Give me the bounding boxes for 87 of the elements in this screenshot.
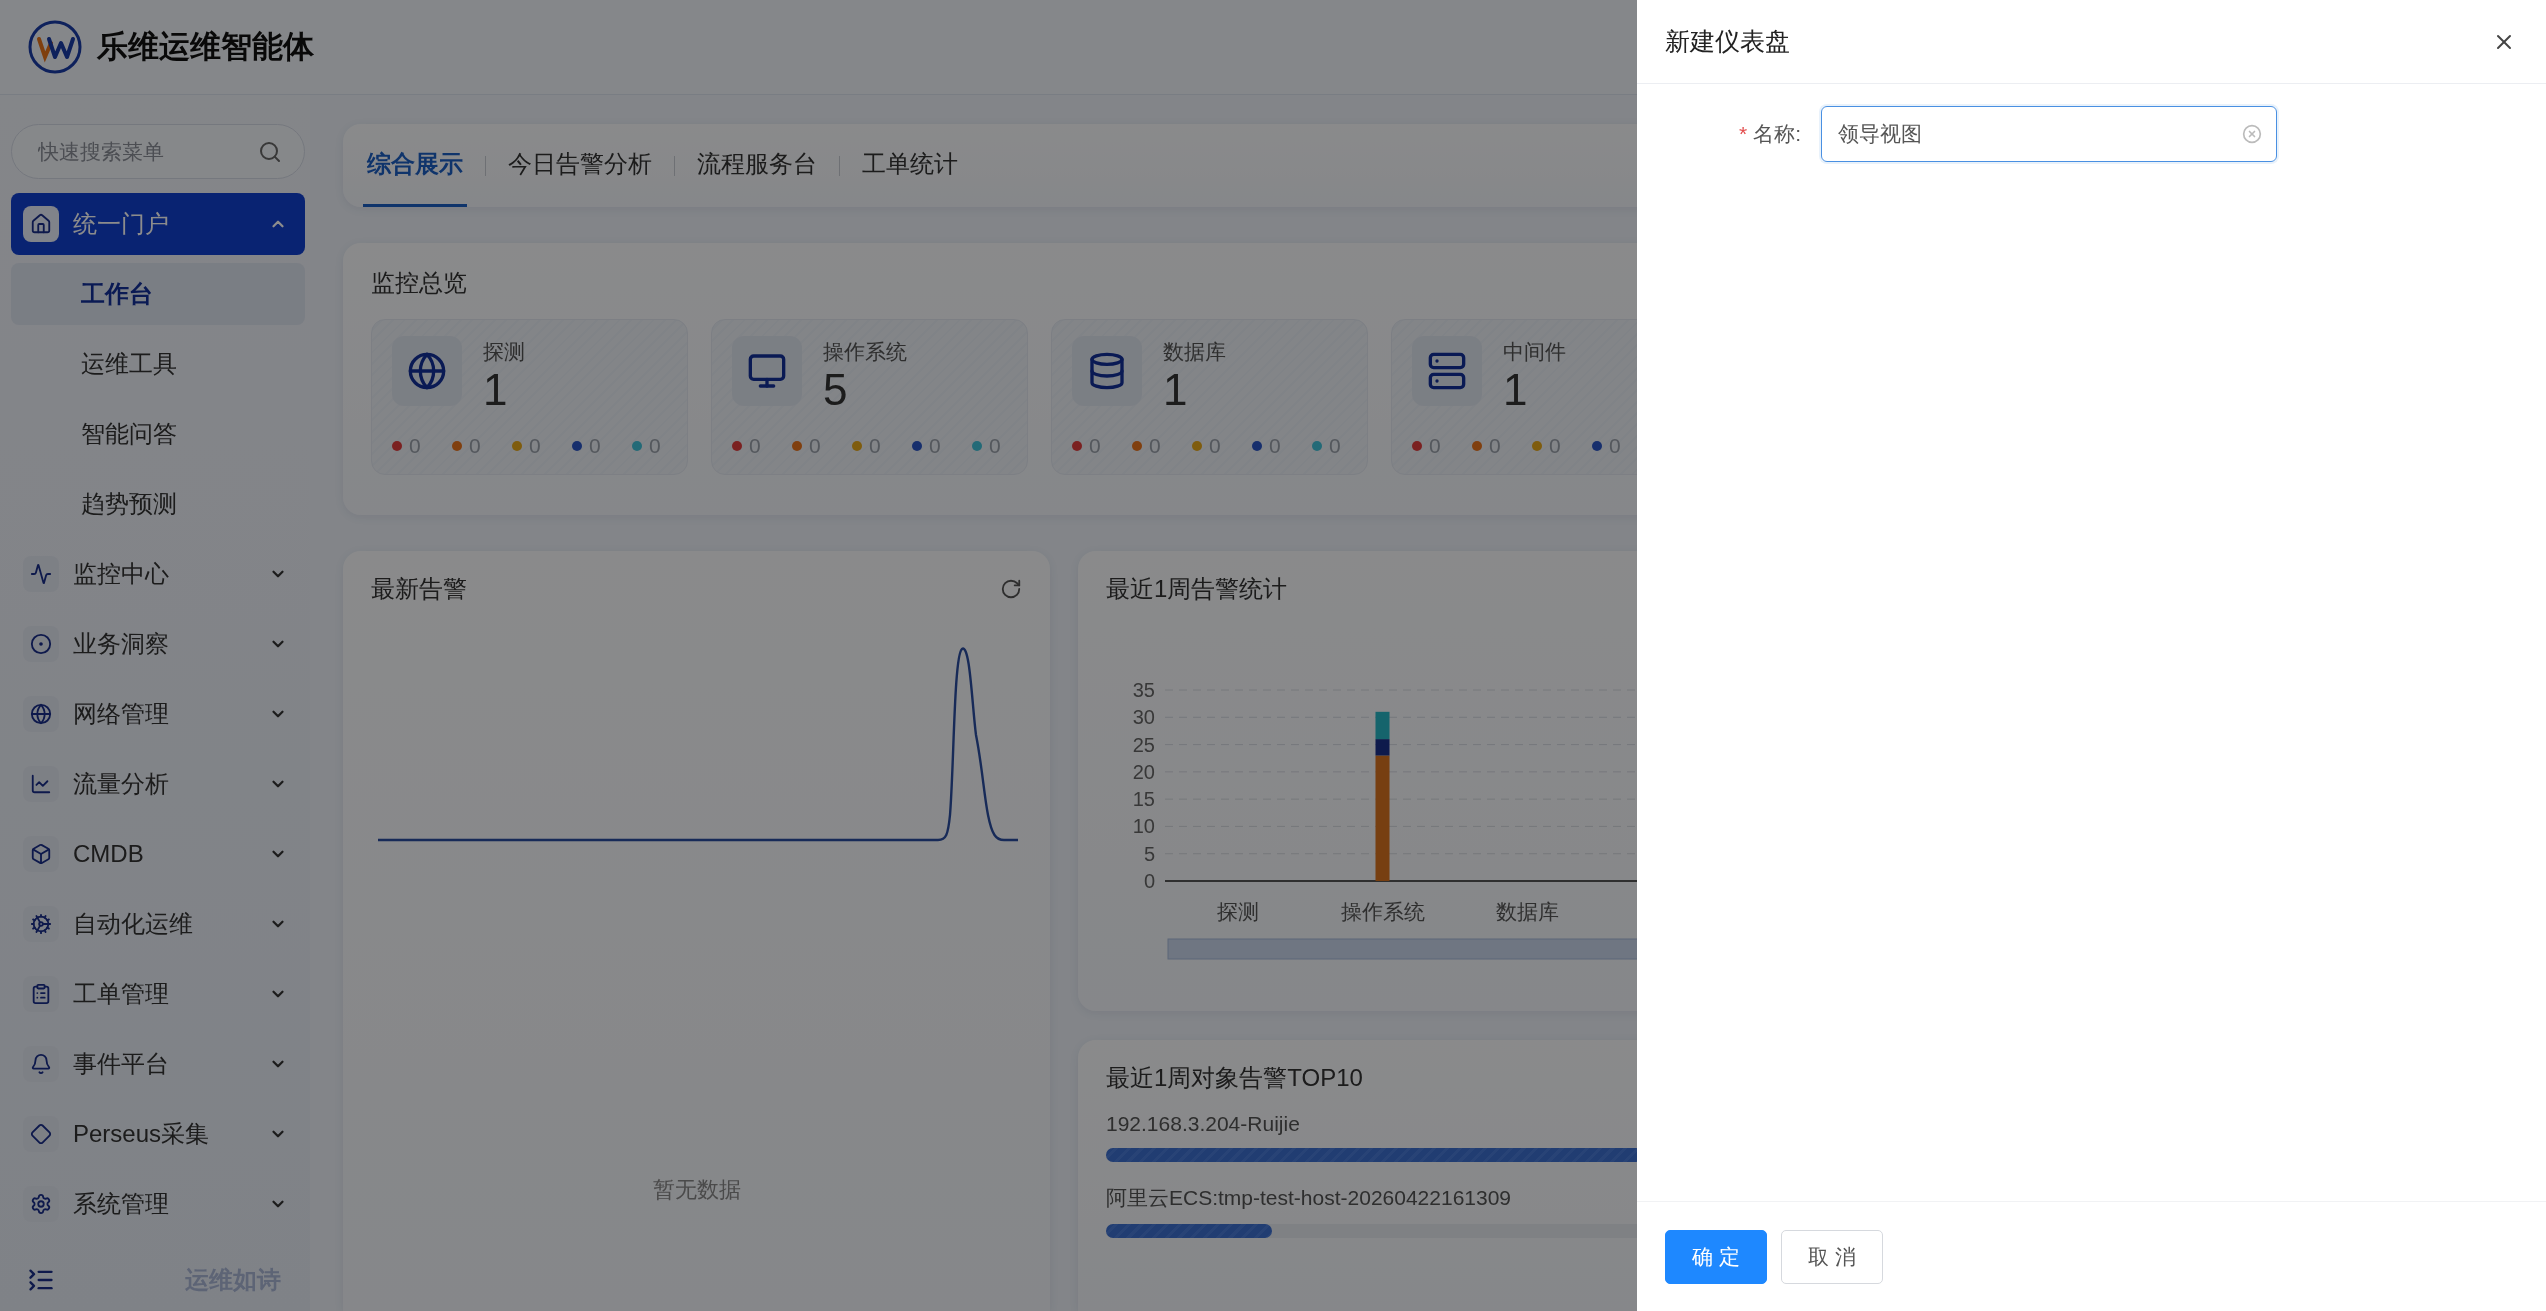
stat-count: 1 [1503,366,1529,415]
object-name: 阿里云ECS:tmp-test-host-20260422161309 [1106,1185,1513,1211]
tab[interactable]: 今日告警分析 [504,124,656,207]
menu-label: CMDB [73,840,145,868]
category-label: 探测 [1216,900,1259,923]
axis-tick-label: 35 [1132,679,1155,701]
settings-icon [30,1193,52,1215]
menu-label: 业务洞察 [73,629,170,659]
drawer-title: 新建仪表盘 [1665,26,1790,57]
refresh-icon[interactable] [1000,578,1022,600]
tab[interactable]: 工单统计 [858,124,962,207]
globe-icon [30,703,52,725]
submenu-item[interactable]: 智能问答 [11,403,305,465]
menu-label: 事件平台 [73,1049,170,1079]
search-field[interactable]: 快速搜索菜单 [11,124,305,179]
menu-item[interactable]: 流量分析 [11,753,305,815]
axis-tick-label: 20 [1132,760,1155,783]
globe-icon [407,351,447,391]
monitor-icon [747,351,787,391]
modal-mask[interactable] [0,0,1637,1311]
axis-tick-label: 30 [1132,706,1155,729]
tab[interactable]: 综合展示 [363,124,467,207]
menu-item[interactable]: Perseus采集 [11,1103,305,1165]
card-title: 最新告警 [371,574,467,604]
menu-label: 统一门户 [73,209,170,239]
stat-label: 中间件 [1503,339,1566,365]
axis-tick-label: 25 [1132,733,1155,756]
menu-label: 工单管理 [73,979,170,1009]
stat-label: 探测 [483,339,525,365]
stat-count: 5 [823,366,849,415]
cube-icon [30,843,52,865]
name-input-field[interactable]: 领导视图 [1821,106,2277,162]
menu-label: 网络管理 [73,699,170,729]
logo-icon [27,19,83,75]
zoom-slider[interactable] [1167,938,1637,960]
menu-item[interactable]: 工单管理 [11,963,305,1025]
target-icon [30,633,52,655]
server-icon [1427,351,1467,391]
text-input[interactable]: 领导视图 [1836,121,2242,147]
axis-tick-label: 10 [1132,815,1155,838]
axis-tick-label: 15 [1132,788,1155,811]
line-chart-icon [30,773,52,795]
search-input[interactable]: 快速搜索菜单 [36,138,236,165]
menu-item[interactable]: 业务洞察 [11,613,305,675]
confirm-button[interactable]: 确 定 [1665,1229,1767,1284]
menu-label: 流量分析 [73,769,170,799]
database-icon [1087,351,1127,391]
search-icon [258,139,282,164]
cancel-button[interactable]: 取 消 [1780,1229,1883,1284]
menu-item[interactable]: 统一门户 [11,193,305,255]
object-name: 192.168.3.204-Ruijie [1106,1112,1301,1136]
clipboard-icon [30,983,52,1005]
collapse-menu-icon[interactable] [27,1266,55,1294]
stat-label: 数据库 [1163,339,1226,365]
menu-label: 系统管理 [73,1189,170,1219]
category-label: 数据库 [1496,900,1559,923]
axis-tick-label: 5 [1143,842,1155,865]
required-mark: * [1738,122,1748,145]
pulse-icon [30,563,52,585]
gear-icon [30,913,52,935]
menu-item[interactable]: 监控中心 [11,543,305,605]
menu-item[interactable]: 系统管理 [11,1173,305,1235]
menu-label: 自动化运维 [73,909,194,939]
field-label: 名称: [1753,122,1801,145]
submenu-item[interactable]: 工作台 [11,263,305,325]
menu-label: 监控中心 [73,559,170,589]
bell-icon [30,1053,52,1075]
axis-tick-label: 0 [1143,870,1155,892]
submenu-item[interactable]: 趋势预测 [11,473,305,535]
tab[interactable]: 流程服务台 [693,124,821,207]
menu-label: Perseus采集 [73,1119,211,1149]
category-label: 操作系统 [1340,900,1425,923]
submenu-item[interactable]: 运维工具 [11,333,305,395]
menu-item[interactable]: CMDB [11,823,305,885]
app-title: 乐维运维智能体 [97,28,314,66]
card-title: 监控总览 [371,268,468,298]
card-title: 最近1周对象告警TOP10 [1106,1063,1364,1093]
card-title: 最近1周告警统计 [1106,574,1289,604]
diamond-icon [30,1123,52,1145]
stat-count: 1 [1163,366,1189,415]
menu-item[interactable]: 事件平台 [11,1033,305,1095]
stat-count: 1 [483,366,509,415]
menu-item[interactable]: 自动化运维 [11,893,305,955]
empty-text: 暂无数据 [652,1176,741,1204]
menu-item[interactable]: 网络管理 [11,683,305,745]
stat-label: 操作系统 [823,339,907,365]
home-icon [30,213,52,235]
